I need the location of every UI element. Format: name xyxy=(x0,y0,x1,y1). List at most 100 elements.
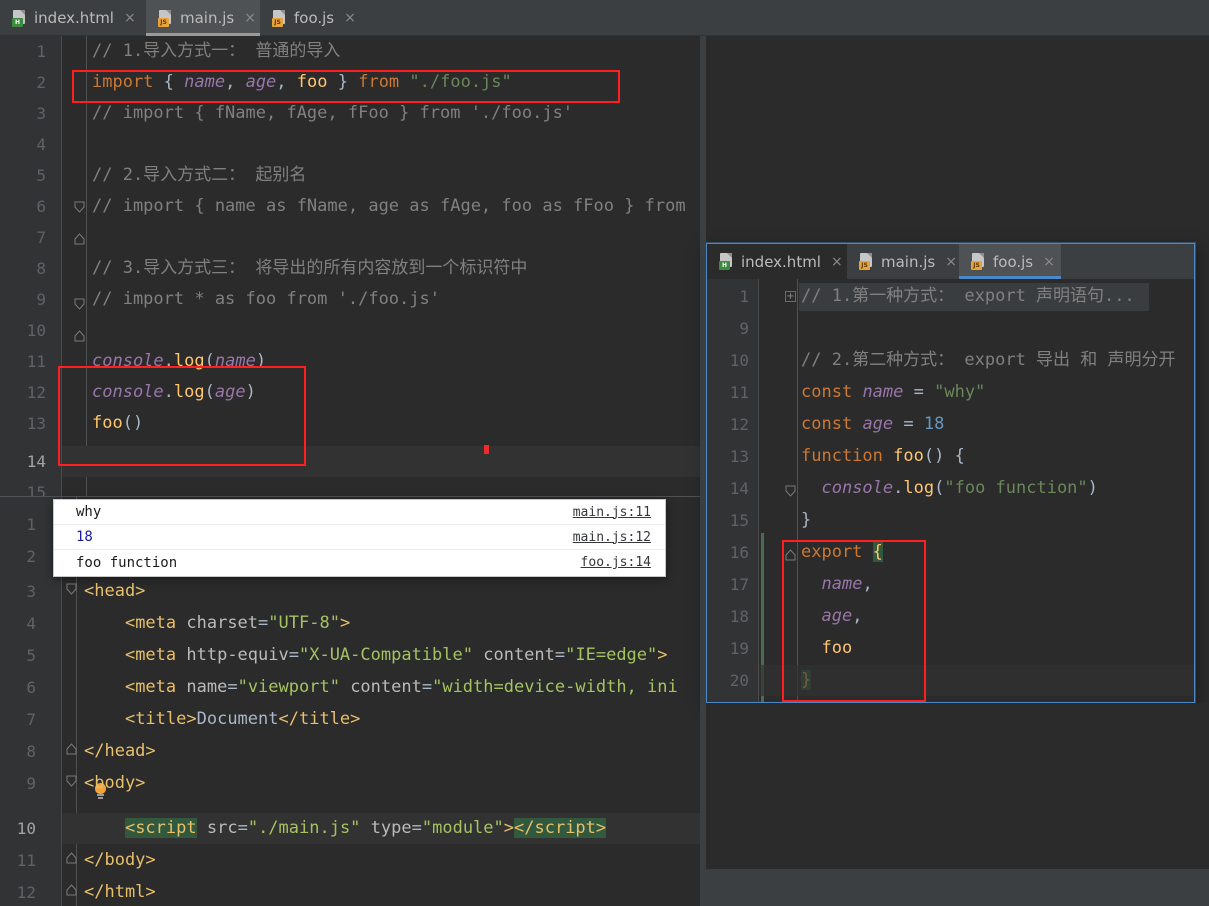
code-line: // 2.第二种方式： export 导出 和 声明分开 xyxy=(801,350,1176,370)
main-editor[interactable]: 1 2 3 4 5 6 7 8 9 10 11 12 13 14 15 // 1… xyxy=(0,36,700,496)
close-icon[interactable]: × xyxy=(244,11,256,25)
code-line: </body> xyxy=(84,850,156,870)
js-badge-label: JS xyxy=(158,17,169,27)
code-line: console.log(name) xyxy=(92,351,267,371)
line-number: 9 xyxy=(26,774,36,793)
foo-js-floating-editor-window[interactable]: H index.html × JS main.js × JS foo.js × … xyxy=(706,243,1195,703)
html-badge-label: H xyxy=(719,261,730,270)
close-icon[interactable]: × xyxy=(344,11,356,25)
code-line: foo() xyxy=(92,413,144,433)
fold-arrow-icon[interactable] xyxy=(66,852,77,864)
code-line: } xyxy=(801,510,812,530)
code-line: // 2.导入方式二： 起别名 xyxy=(92,165,307,185)
fold-arrow-icon[interactable] xyxy=(66,743,77,755)
empty-editor-area xyxy=(700,703,1209,869)
line-number: 7 xyxy=(36,228,46,247)
line-number: 10 xyxy=(26,321,46,340)
close-icon[interactable]: × xyxy=(831,255,843,269)
code-line: <title>Document</title> xyxy=(124,709,361,729)
line-number: 11 xyxy=(26,352,46,371)
fold-arrow-icon[interactable] xyxy=(66,884,77,896)
fold-expand-icon[interactable]: + xyxy=(785,291,796,302)
line-number: 12 xyxy=(16,883,36,902)
console-row[interactable]: 18 main.js:12 xyxy=(54,525,665,550)
line-number: 13 xyxy=(729,447,749,466)
line-number: 8 xyxy=(36,259,46,278)
line-number: 5 xyxy=(36,166,46,185)
indent-guide xyxy=(797,279,798,702)
fold-arrow-icon[interactable] xyxy=(785,485,796,497)
error-stripe-marker[interactable] xyxy=(484,445,489,454)
ide-window: H index.html × JS main.js × JS foo.js × xyxy=(0,0,1209,906)
tab-label: index.html xyxy=(741,252,821,271)
js-badge-label: JS xyxy=(859,261,870,270)
line-number: 1 xyxy=(26,515,36,534)
console-source-link[interactable]: main.js:12 xyxy=(573,530,651,545)
line-number: 14 xyxy=(729,479,749,498)
code-line: name, xyxy=(821,574,873,594)
console-message: foo function xyxy=(76,554,178,571)
tab-index-html[interactable]: H index.html × xyxy=(707,244,847,279)
fold-arrow-icon[interactable] xyxy=(74,298,85,310)
tab-foo-js[interactable]: JS foo.js × xyxy=(959,244,1061,279)
tab-index-html[interactable]: H index.html × xyxy=(0,0,146,36)
line-number: 15 xyxy=(26,483,46,496)
fold-arrow-icon[interactable] xyxy=(74,330,85,342)
code-line: foo xyxy=(821,638,853,658)
line-number: 19 xyxy=(729,639,749,658)
html-badge-label: H xyxy=(12,17,23,27)
console-row[interactable]: foo function foo.js:14 xyxy=(54,550,665,575)
line-number: 15 xyxy=(729,511,749,530)
line-number: 18 xyxy=(729,607,749,626)
main-editor-tabbar: H index.html × JS main.js × JS foo.js × xyxy=(0,0,1209,36)
fold-arrow-icon[interactable] xyxy=(66,775,77,787)
line-number: 5 xyxy=(26,646,36,665)
line-number: 11 xyxy=(729,383,749,402)
foo-js-editor[interactable]: 1 9 10 11 12 13 14 15 16 17 18 19 20 + /… xyxy=(707,279,1194,702)
line-number: 4 xyxy=(36,135,46,154)
line-number: 10 xyxy=(16,819,36,838)
line-number: 8 xyxy=(26,742,36,761)
console-source-link[interactable]: main.js:11 xyxy=(573,505,651,520)
code-line: </head> xyxy=(84,741,156,761)
close-icon[interactable]: × xyxy=(945,255,957,269)
line-number: 6 xyxy=(36,197,46,216)
line-number: 2 xyxy=(36,73,46,92)
current-line-highlight xyxy=(759,665,1194,696)
console-message: why xyxy=(76,504,102,520)
close-icon[interactable]: × xyxy=(1043,255,1055,269)
console-source-link[interactable]: foo.js:14 xyxy=(581,555,651,570)
js-file-icon: JS xyxy=(859,253,874,270)
code-line: </html> xyxy=(84,882,156,902)
line-number: 1 xyxy=(36,42,46,61)
tab-label: main.js xyxy=(180,9,235,27)
code-line: age, xyxy=(821,606,863,626)
fold-arrow-icon[interactable] xyxy=(74,201,85,213)
tab-main-js[interactable]: JS main.js × xyxy=(847,244,959,279)
close-icon[interactable]: × xyxy=(124,11,136,25)
indent-guide xyxy=(86,36,87,496)
code-line: function foo() { xyxy=(801,446,965,466)
console-output-panel[interactable]: why main.js:11 18 main.js:12 foo functio… xyxy=(53,499,666,577)
fold-arrow-icon[interactable] xyxy=(74,233,85,245)
code-line: export { xyxy=(801,542,883,562)
code-line: console.log(age) xyxy=(92,382,256,402)
js-file-icon: JS xyxy=(158,9,173,27)
code-line: <head> xyxy=(84,581,146,601)
split-divider[interactable] xyxy=(700,36,706,906)
fold-arrow-icon[interactable] xyxy=(66,583,77,595)
tab-label: index.html xyxy=(34,9,114,27)
line-number: 11 xyxy=(16,851,36,870)
tab-foo-js[interactable]: JS foo.js × xyxy=(260,0,366,36)
code-line: const name = "why" xyxy=(801,382,986,402)
tab-main-js[interactable]: JS main.js × xyxy=(146,0,260,36)
tab-label: main.js xyxy=(881,252,936,271)
line-number: 7 xyxy=(26,710,36,729)
js-file-icon: JS xyxy=(272,9,287,27)
fold-arrow-icon[interactable] xyxy=(785,549,796,561)
console-row[interactable]: why main.js:11 xyxy=(54,500,665,525)
line-number: 3 xyxy=(36,104,46,123)
code-line: // import { fName, fAge, fFoo } from './… xyxy=(92,103,574,123)
line-number: 2 xyxy=(26,547,36,566)
code-line: <meta name="viewport" content="width=dev… xyxy=(124,677,678,697)
